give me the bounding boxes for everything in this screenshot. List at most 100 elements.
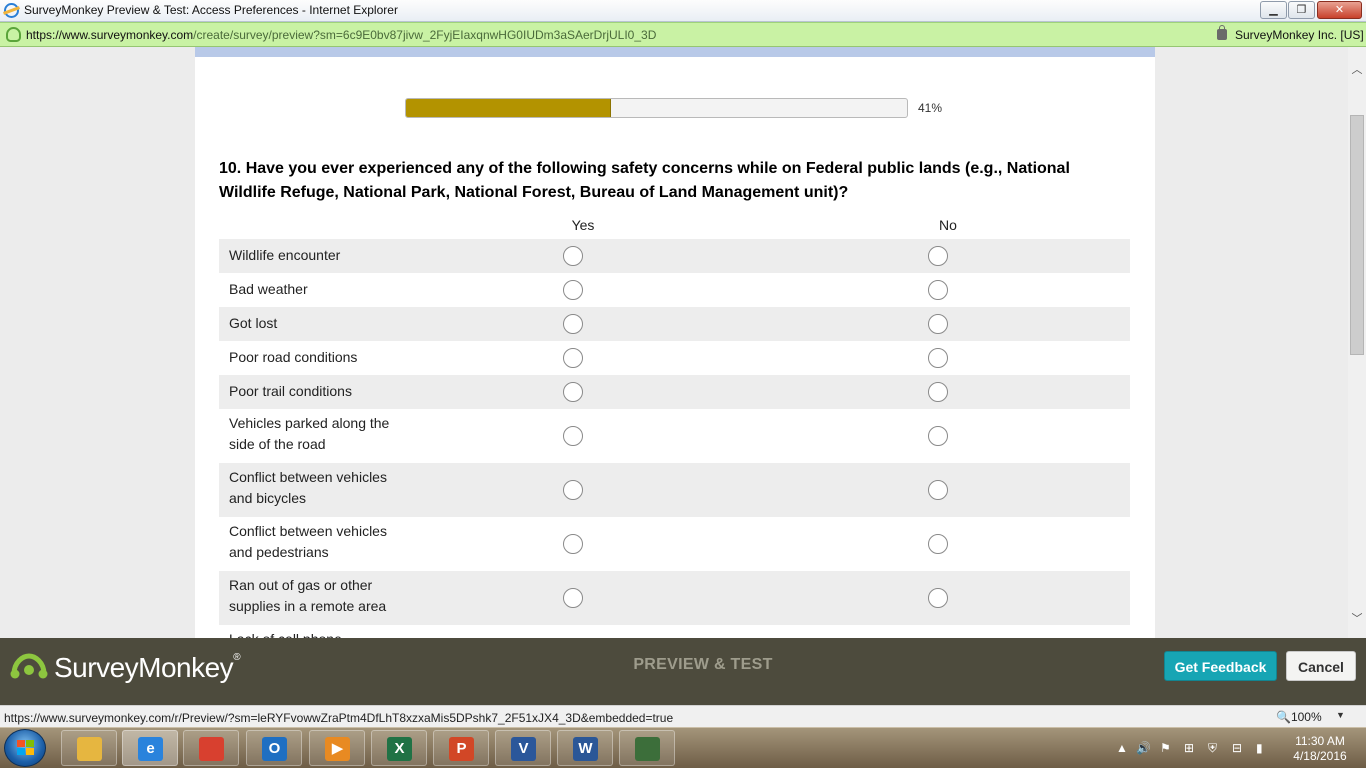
get-feedback-button[interactable]: Get Feedback (1164, 651, 1277, 681)
radio-no[interactable] (928, 246, 948, 266)
taskbar-button[interactable]: W (557, 730, 613, 766)
radio-yes[interactable] (563, 588, 583, 608)
radio-no[interactable] (928, 280, 948, 300)
matrix-row-label: Vehicles parked along the side of the ro… (229, 415, 390, 452)
matrix-row-label: Wildlife encounter (229, 247, 341, 263)
matrix-row-label: Poor trail conditions (229, 383, 352, 399)
url-host: https://www.surveymonkey.com (26, 28, 194, 42)
taskbar-button[interactable]: ▶ (309, 730, 365, 766)
antivirus-shield-icon[interactable]: ⛨ (1208, 741, 1217, 756)
taskbar-clock[interactable]: 11:30 AM 4/18/2016 (1284, 734, 1356, 764)
volume-icon[interactable]: 🔊 (1136, 741, 1151, 755)
clock-time: 11:30 AM (1295, 734, 1345, 748)
scroll-up-icon[interactable]: ︿ (1348, 61, 1366, 79)
internet-explorer-icon: e (138, 737, 163, 761)
radio-no[interactable] (928, 348, 948, 368)
close-button[interactable]: ✕ (1317, 1, 1362, 19)
radio-yes[interactable] (563, 280, 583, 300)
taskbar-button[interactable]: V (495, 730, 551, 766)
media-player-icon: ▶ (325, 737, 350, 761)
address-bar[interactable]: https://www.surveymonkey.com/create/surv… (0, 22, 1366, 47)
excel-icon: X (387, 737, 412, 761)
matrix-row-label: Got lost (229, 315, 278, 331)
zoom-dropdown-icon[interactable]: ▼ (1336, 710, 1345, 720)
lock-icon[interactable] (1217, 25, 1227, 40)
radio-no[interactable] (928, 588, 948, 608)
maximize-button[interactable]: ❐ (1288, 1, 1315, 19)
matrix-row: Got lost (219, 307, 1130, 341)
taskbar-button[interactable]: e (122, 730, 178, 766)
column-header-yes: Yes (571, 217, 595, 233)
radio-no[interactable] (928, 382, 948, 402)
status-link-url: https://www.surveymonkey.com/r/Preview/?… (4, 711, 674, 725)
window-title-bar: SurveyMonkey Preview & Test: Access Pref… (0, 0, 1366, 22)
matrix-row-label: Poor road conditions (229, 349, 358, 365)
radio-no[interactable] (928, 534, 948, 554)
show-hidden-icons-icon[interactable]: ▲ (1116, 741, 1128, 755)
preview-mode-label: PREVIEW & TEST (633, 656, 773, 673)
certificate-label[interactable]: SurveyMonkey Inc. [US] (1235, 28, 1364, 42)
radio-no[interactable] (928, 480, 948, 500)
question-matrix: Wildlife encounter Bad weather Got lost Poo… (219, 239, 1130, 638)
matrix-row: Ran out of gas or other supplies in a re… (219, 571, 1130, 625)
radio-yes[interactable] (563, 426, 583, 446)
word-icon: W (573, 737, 598, 761)
matrix-row: Conflict between vehicles and bicycles (219, 463, 1130, 517)
column-header-no: No (939, 217, 957, 233)
chrome-icon (199, 737, 224, 761)
status-bar: https://www.surveymonkey.com/r/Preview/?… (0, 705, 1366, 727)
radio-yes[interactable] (563, 480, 583, 500)
powerpoint-icon: P (449, 737, 474, 761)
network-share-icon[interactable]: ⊟ (1232, 741, 1242, 755)
clock-date: 4/18/2016 (1293, 749, 1347, 763)
taskbar-button[interactable]: O (246, 730, 302, 766)
start-button[interactable] (4, 729, 46, 767)
windows-update-icon[interactable]: ⊞ (1184, 741, 1194, 755)
window-title: SurveyMonkey Preview & Test: Access Pref… (24, 3, 398, 17)
system-tray: ▲ 🔊 ⚑ ⊞ ⛨ ⊟ ▮ (1112, 728, 1282, 768)
url-path: /create/survey/preview?sm=6c9E0bv87jivw_… (193, 28, 657, 42)
radio-yes[interactable] (563, 348, 583, 368)
cancel-button[interactable]: Cancel (1286, 651, 1356, 681)
visio-icon: V (511, 737, 536, 761)
taskbar-button[interactable]: X (371, 730, 427, 766)
matrix-row-label: Ran out of gas or other supplies in a re… (229, 577, 387, 614)
matrix-row-label: Conflict between vehicles and pedestrian… (229, 523, 387, 560)
matrix-row: Lack of cell phone (219, 625, 1130, 638)
matrix-row: Conflict between vehicles and pedestrian… (219, 517, 1130, 571)
scrollbar-thumb[interactable] (1350, 115, 1364, 355)
taskbar-button[interactable]: P (433, 730, 489, 766)
matrix-row: Poor road conditions (219, 341, 1130, 375)
url-field[interactable]: https://www.surveymonkey.com/create/surv… (26, 28, 656, 42)
zoom-level-value: 100% (1290, 710, 1322, 724)
preview-toolbar: SurveyMonkey® PREVIEW & TEST Get Feedbac… (0, 638, 1366, 705)
internet-explorer-icon (4, 3, 19, 18)
action-center-flag-icon[interactable]: ⚑ (1160, 741, 1171, 755)
matrix-row-label: Conflict between vehicles and bicycles (229, 469, 387, 506)
matrix-row: Bad weather (219, 273, 1130, 307)
progress-label: 41% (918, 101, 943, 115)
zoom-level[interactable]: 🔍100% (1276, 710, 1322, 724)
question-title: 10. Have you ever experienced any of the… (219, 160, 1070, 201)
radio-no[interactable] (928, 426, 948, 446)
vertical-scrollbar[interactable]: ︿ ﹀ (1348, 47, 1366, 638)
radio-no[interactable] (928, 314, 948, 334)
progress-bar-fill (406, 99, 612, 117)
progress-bar (405, 98, 908, 118)
scroll-down-icon[interactable]: ﹀ (1348, 610, 1366, 628)
taskbar-button[interactable] (183, 730, 239, 766)
taskbar-button[interactable] (619, 730, 675, 766)
taskbar-button[interactable] (61, 730, 117, 766)
remote-desktop-icon (635, 737, 660, 761)
matrix-row: Poor trail conditions (219, 375, 1130, 409)
radio-yes[interactable] (563, 246, 583, 266)
windows-logo-icon (17, 740, 34, 755)
signal-strength-icon[interactable]: ▮ (1256, 741, 1263, 755)
radio-yes[interactable] (563, 382, 583, 402)
radio-yes[interactable] (563, 314, 583, 334)
site-favicon-icon (6, 27, 21, 42)
matrix-row-label: Lack of cell phone (229, 629, 414, 638)
minimize-button[interactable]: ▁ (1260, 1, 1287, 19)
file-explorer-icon (77, 737, 102, 761)
radio-yes[interactable] (563, 534, 583, 554)
